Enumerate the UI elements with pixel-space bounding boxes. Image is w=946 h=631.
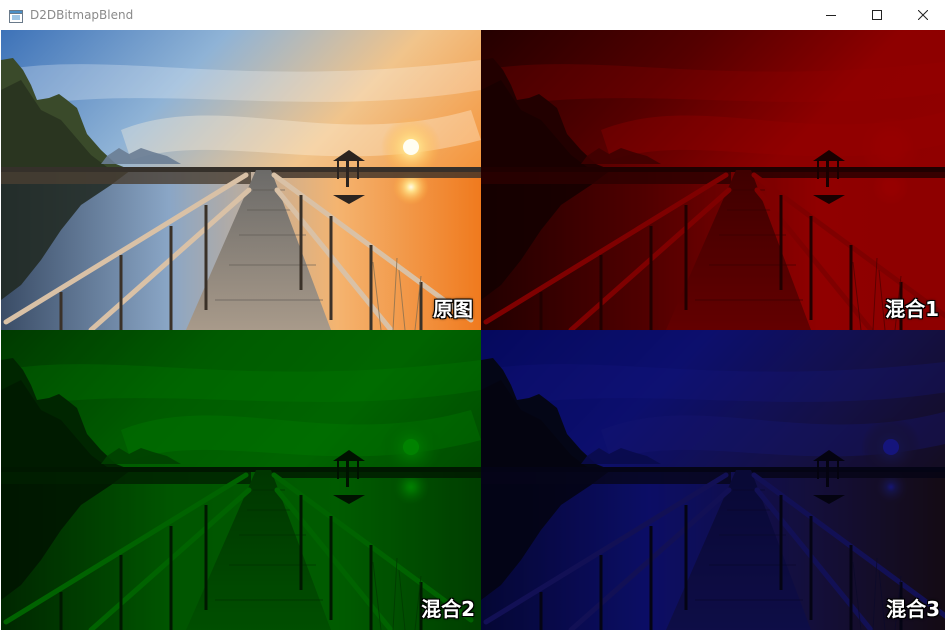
original-image-panel: 原图 xyxy=(1,30,481,330)
app-window: D2DBitmapBlend 原图 混合1 混合2 混合3 xyxy=(0,0,946,631)
title-bar[interactable]: D2DBitmapBlend xyxy=(0,0,946,30)
panel-label-blend-2: 混合2 xyxy=(421,597,475,621)
client-area: 原图 混合1 混合2 混合3 xyxy=(1,30,945,630)
panel-label-blend-1: 混合1 xyxy=(885,297,939,321)
app-window-icon xyxy=(9,8,23,23)
blend-red-panel: 混合1 xyxy=(481,30,945,330)
blend-green-panel: 混合2 xyxy=(1,330,481,630)
darken-overlay xyxy=(481,30,945,330)
window-title: D2DBitmapBlend xyxy=(30,8,134,22)
maximize-icon xyxy=(872,10,882,20)
close-button[interactable] xyxy=(900,0,946,30)
minimize-button[interactable] xyxy=(808,0,854,30)
close-icon xyxy=(918,10,928,20)
panel-label-blend-3: 混合3 xyxy=(886,597,940,621)
maximize-button[interactable] xyxy=(854,0,900,30)
minimize-icon xyxy=(826,15,836,16)
darken-overlay xyxy=(481,330,945,630)
darken-overlay xyxy=(1,330,481,630)
panel-label-original: 原图 xyxy=(433,297,473,321)
boardwalk-sunset-photo xyxy=(1,30,481,330)
blend-blue-panel: 混合3 xyxy=(481,330,945,630)
